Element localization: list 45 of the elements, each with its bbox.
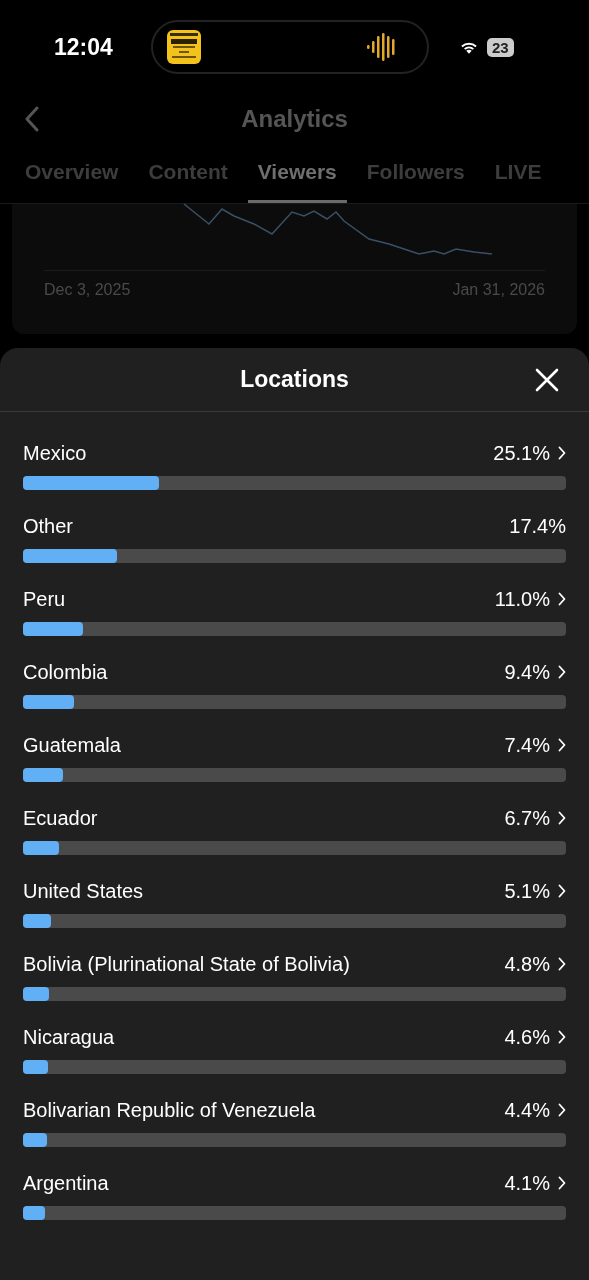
sheet-title: Locations (240, 366, 349, 393)
location-name: Guatemala (23, 733, 122, 757)
location-share: 17.4% (509, 514, 566, 538)
location-share: 9.4% (504, 660, 550, 684)
location-name: Nicaragua (23, 1025, 116, 1049)
battery-level: 23 (487, 38, 514, 57)
location-share: 11.0% (494, 587, 550, 611)
tab[interactable]: Overview (15, 143, 129, 203)
tab[interactable]: LIVE (484, 143, 552, 203)
chevron-icon[interactable] (558, 738, 566, 752)
location-name: United States (23, 879, 145, 903)
location-share: 4.1% (504, 1171, 550, 1195)
location-share: 4.4% (504, 1098, 550, 1122)
location-share: 25.1% (493, 441, 550, 465)
location-name: Bolivarian Republic of Venezuela (23, 1098, 317, 1122)
close-icon[interactable] (535, 367, 559, 392)
location-share: 4.6% (504, 1025, 550, 1049)
chevron-icon[interactable] (558, 1176, 566, 1190)
chevron-icon[interactable] (558, 957, 566, 971)
chevron-icon[interactable] (558, 446, 566, 460)
axis-label: Jan 31, 2026 (452, 281, 545, 299)
axis-label: Dec 3, 2025 (44, 281, 131, 299)
wifi-icon (459, 40, 479, 55)
chevron-icon[interactable] (558, 592, 566, 606)
page-title: Analytics (241, 105, 348, 133)
location-share: 6.7% (504, 806, 550, 830)
location-name: Argentina (23, 1171, 110, 1195)
location-name: Other (23, 514, 75, 538)
location-share: 4.8% (504, 952, 550, 976)
chevron-icon[interactable] (558, 1030, 566, 1044)
location-name: Colombia (23, 660, 109, 684)
back-icon[interactable] (25, 106, 39, 132)
location-share: 5.1% (504, 879, 550, 903)
chevron-icon[interactable] (558, 811, 566, 825)
location-name: Ecuador (23, 806, 99, 830)
chevron-icon[interactable] (558, 1103, 566, 1117)
status-time: 12:04 (54, 34, 114, 61)
chevron-icon[interactable] (558, 665, 566, 679)
tab[interactable]: Content (138, 143, 238, 203)
location-share: 7.4% (504, 733, 550, 757)
location-name: Peru (23, 587, 67, 611)
location-name: Bolivia (Plurinational State of Bolivia) (23, 952, 351, 976)
tab[interactable]: Followers (356, 143, 475, 203)
chevron-icon[interactable] (558, 884, 566, 898)
location-name: Mexico (23, 441, 88, 465)
